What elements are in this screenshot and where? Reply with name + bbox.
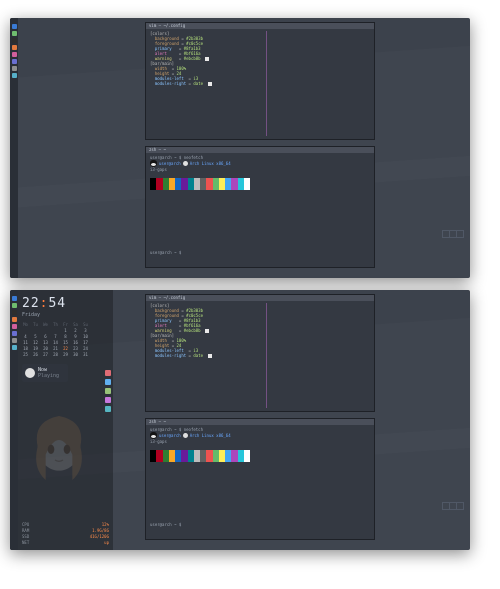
sysinfo-wm: i3-gaps bbox=[150, 439, 370, 444]
editor-titlebar: vim — ~/.config bbox=[146, 295, 374, 301]
cursor-icon bbox=[208, 82, 212, 86]
taskbar-music-icon[interactable] bbox=[12, 52, 17, 57]
notif-sub: Playing bbox=[38, 373, 59, 379]
taskbar-settings-icon[interactable] bbox=[12, 338, 17, 343]
taskbar-apps-icon[interactable] bbox=[12, 296, 17, 301]
reload-icon[interactable] bbox=[105, 379, 111, 385]
taskbar bbox=[10, 18, 18, 278]
lock-icon[interactable] bbox=[105, 388, 111, 394]
stat-net: NETup bbox=[22, 540, 109, 546]
calendar-day[interactable]: 31 bbox=[82, 352, 89, 358]
calendar-day[interactable]: 28 bbox=[52, 352, 59, 358]
calendar: MoTuWeThFrSaSu12345678910111213141516171… bbox=[22, 322, 109, 358]
taskbar-music-icon[interactable] bbox=[12, 324, 17, 329]
screenshot-top: vim — ~/.config [colors] background = #2… bbox=[10, 18, 470, 278]
calendar-day[interactable]: 27 bbox=[42, 352, 49, 358]
cursor-icon bbox=[205, 57, 209, 61]
color-swatch bbox=[244, 450, 250, 462]
taskbar-editor-icon[interactable] bbox=[12, 345, 17, 350]
taskbar-chat-icon[interactable] bbox=[12, 59, 17, 64]
editor-body: [colors] background = #2b303b foreground… bbox=[150, 31, 370, 86]
taskbar-browser-icon[interactable] bbox=[12, 317, 17, 322]
code-line: modules-right = date bbox=[150, 81, 370, 86]
sysinfo-os: Arch Linux x86_64 bbox=[190, 433, 231, 438]
taskbar-chat-icon[interactable] bbox=[12, 331, 17, 336]
editor-window[interactable]: vim — ~/.config [colors] background = #2… bbox=[145, 22, 375, 140]
sysinfo-user: user@arch bbox=[159, 433, 181, 438]
neofetch-output: user@arch Arch Linux x86_64 bbox=[150, 160, 370, 167]
code-line: modules-right = date bbox=[150, 353, 370, 358]
sysinfo-user: user@arch bbox=[159, 161, 181, 166]
color-swatches bbox=[150, 450, 250, 462]
color-swatch bbox=[244, 178, 250, 190]
conky-sidebar: 22:54 Friday MoTuWeThFrSaSu1234567891011… bbox=[18, 290, 113, 550]
taskbar-editor-icon[interactable] bbox=[12, 73, 17, 78]
terminal-window[interactable]: zsh — ~ user@arch ~ $ neofetch user@arch… bbox=[145, 418, 375, 540]
clock: 22:54 bbox=[22, 296, 109, 311]
clock-hours: 22 bbox=[22, 296, 40, 311]
terminal-prompt-2[interactable]: user@arch ~ $ bbox=[150, 250, 370, 255]
terminal-titlebar: zsh — ~ bbox=[146, 419, 374, 425]
workspace-pager[interactable] bbox=[442, 502, 464, 510]
penguin-icon bbox=[150, 432, 157, 439]
column-ruler bbox=[266, 31, 267, 136]
terminal-prompt-2[interactable]: user@arch ~ $ bbox=[150, 522, 370, 527]
calendar-day[interactable]: 25 bbox=[22, 352, 29, 358]
logo-icon bbox=[183, 433, 188, 438]
now-playing[interactable]: Now Playing bbox=[22, 364, 68, 382]
calendar-day[interactable]: 30 bbox=[72, 352, 79, 358]
sysinfo-os: Arch Linux x86_64 bbox=[190, 161, 231, 166]
logout-icon[interactable] bbox=[105, 397, 111, 403]
album-icon bbox=[25, 368, 35, 378]
terminal-titlebar: zsh — ~ bbox=[146, 147, 374, 153]
taskbar-terminal-icon[interactable] bbox=[12, 310, 17, 315]
cursor-icon bbox=[205, 329, 209, 333]
taskbar-terminal-icon[interactable] bbox=[12, 38, 17, 43]
taskbar-browser-icon[interactable] bbox=[12, 45, 17, 50]
quick-actions bbox=[105, 370, 111, 412]
display-icon[interactable] bbox=[105, 406, 111, 412]
system-stats: CPU12%RAM1.9G/8GSSD41G/120GNETup bbox=[22, 522, 109, 546]
clock-day: Friday bbox=[22, 312, 109, 318]
clock-mins: 54 bbox=[48, 296, 66, 311]
column-ruler bbox=[266, 303, 267, 408]
sysinfo-wm: i3-gaps bbox=[150, 167, 370, 172]
calendar-day[interactable]: 29 bbox=[62, 352, 69, 358]
screenshot-bottom: 22:54 Friday MoTuWeThFrSaSu1234567891011… bbox=[10, 290, 470, 550]
taskbar bbox=[10, 290, 18, 550]
editor-window[interactable]: vim — ~/.config [colors] background = #2… bbox=[145, 294, 375, 412]
editor-titlebar: vim — ~/.config bbox=[146, 23, 374, 29]
color-swatches bbox=[150, 178, 250, 190]
terminal-window[interactable]: zsh — ~ user@arch ~ $ neofetch user@arch… bbox=[145, 146, 375, 268]
calendar-day[interactable]: 26 bbox=[32, 352, 39, 358]
workspace-pager[interactable] bbox=[442, 230, 464, 238]
neofetch-output: user@arch Arch Linux x86_64 bbox=[150, 432, 370, 439]
taskbar-settings-icon[interactable] bbox=[12, 66, 17, 71]
taskbar-apps-icon[interactable] bbox=[12, 24, 17, 29]
penguin-icon bbox=[150, 160, 157, 167]
taskbar-files-icon[interactable] bbox=[12, 31, 17, 36]
power-icon[interactable] bbox=[105, 370, 111, 376]
logo-icon bbox=[183, 161, 188, 166]
editor-body: [colors] background = #2b303b foreground… bbox=[150, 303, 370, 358]
cursor-icon bbox=[208, 354, 212, 358]
taskbar-files-icon[interactable] bbox=[12, 303, 17, 308]
